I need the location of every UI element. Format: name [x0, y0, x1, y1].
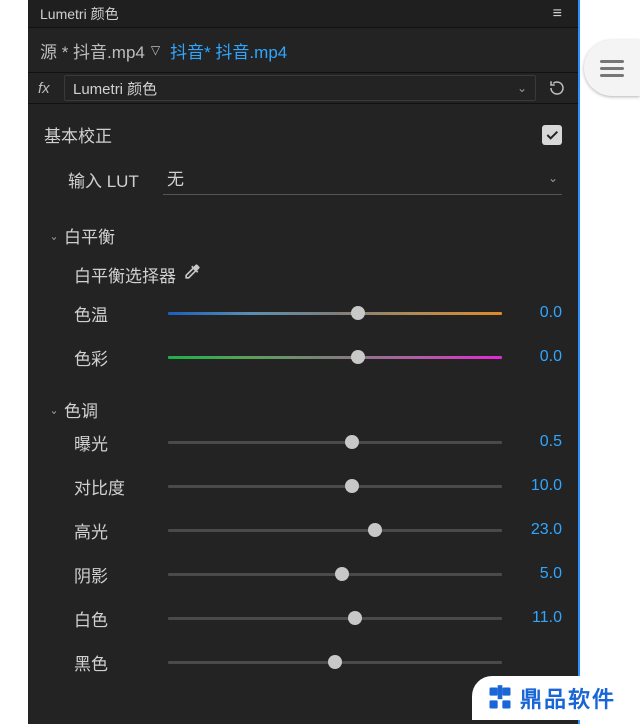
- exposure-row: 曝光 0.5: [74, 430, 562, 454]
- highlights-row: 高光 23.0: [74, 518, 562, 542]
- panel-menu-icon[interactable]: ≡: [549, 5, 566, 23]
- eyedropper-button[interactable]: [182, 262, 202, 287]
- tint-slider[interactable]: [168, 350, 502, 364]
- reset-button[interactable]: [546, 77, 568, 99]
- shadows-value[interactable]: 5.0: [514, 565, 562, 583]
- exposure-label: 曝光: [74, 430, 168, 455]
- exposure-slider[interactable]: [168, 435, 502, 449]
- effect-row: fx Lumetri 颜色 ⌄: [28, 72, 578, 104]
- shadows-slider[interactable]: [168, 567, 502, 581]
- contrast-value[interactable]: 10.0: [514, 477, 562, 495]
- contrast-slider[interactable]: [168, 479, 502, 493]
- blacks-slider[interactable]: [168, 655, 502, 669]
- brand-logo-icon: [486, 684, 514, 712]
- reset-icon: [548, 79, 566, 97]
- tone-title: 色调: [64, 397, 98, 422]
- temperature-label: 色温: [74, 301, 168, 326]
- chevron-down-icon[interactable]: ▽: [151, 43, 160, 57]
- slider-thumb[interactable]: [348, 611, 362, 625]
- whites-value[interactable]: 11.0: [514, 609, 562, 627]
- contrast-row: 对比度 10.0: [74, 474, 562, 498]
- shadows-label: 阴影: [74, 562, 168, 587]
- slider-thumb[interactable]: [345, 435, 359, 449]
- blacks-label: 黑色: [74, 650, 168, 675]
- brand-name: 鼎品软件: [520, 682, 616, 714]
- slider-thumb[interactable]: [351, 350, 365, 364]
- blacks-row: 黑色: [74, 650, 562, 674]
- twirl-down-icon: ⌄: [46, 229, 63, 243]
- effect-name: Lumetri 颜色: [73, 78, 517, 99]
- whites-row: 白色 11.0: [74, 606, 562, 630]
- basic-correction-section: 基本校正 输入 LUT 无 ⌄ ⌄ 白平衡 白平衡选择器: [28, 104, 578, 674]
- fx-label[interactable]: fx: [38, 80, 64, 97]
- highlights-slider[interactable]: [168, 523, 502, 537]
- temperature-row: 色温 0.0: [74, 301, 562, 325]
- clip-name[interactable]: 抖音* 抖音.mp4: [170, 38, 287, 63]
- shadows-row: 阴影 5.0: [74, 562, 562, 586]
- slider-thumb[interactable]: [368, 523, 382, 537]
- temperature-value[interactable]: 0.0: [514, 304, 562, 322]
- wb-picker-row: 白平衡选择器: [74, 262, 562, 287]
- input-lut-row: 输入 LUT 无 ⌄: [68, 163, 562, 195]
- tone-section: ⌄ 色调 曝光 0.5 对比度: [44, 389, 562, 674]
- slider-thumb[interactable]: [345, 479, 359, 493]
- source-name: 源 * 抖音.mp4: [40, 38, 145, 63]
- slider-track: [168, 529, 502, 532]
- side-menu-fab[interactable]: [584, 40, 640, 96]
- basic-correction-header[interactable]: 基本校正: [44, 122, 562, 147]
- slider-track: [168, 312, 502, 315]
- panel-title-bar: Lumetri 颜色 ≡: [28, 0, 578, 28]
- highlights-label: 高光: [74, 518, 168, 543]
- white-balance-header[interactable]: ⌄ 白平衡: [44, 215, 562, 256]
- contrast-label: 对比度: [74, 474, 168, 499]
- white-balance-title: 白平衡: [64, 223, 115, 248]
- input-lut-select[interactable]: 无 ⌄: [163, 163, 562, 195]
- chevron-down-icon: ⌄: [517, 81, 527, 95]
- basic-correction-title: 基本校正: [44, 122, 542, 147]
- slider-track: [168, 485, 502, 488]
- effect-dropdown[interactable]: Lumetri 颜色 ⌄: [64, 75, 536, 101]
- white-balance-section: ⌄ 白平衡 白平衡选择器 色温 0.0: [44, 215, 562, 369]
- whites-slider[interactable]: [168, 611, 502, 625]
- watermark: 鼎品软件: [472, 676, 622, 720]
- eyedropper-icon: [182, 262, 202, 282]
- slider-track: [168, 356, 502, 359]
- input-lut-label: 输入 LUT: [68, 167, 163, 192]
- slider-track: [168, 617, 502, 620]
- tint-label: 色彩: [74, 345, 168, 370]
- input-lut-value: 无: [167, 165, 548, 190]
- tint-value[interactable]: 0.0: [514, 348, 562, 366]
- panel-title: Lumetri 颜色: [40, 4, 549, 24]
- highlights-value[interactable]: 23.0: [514, 521, 562, 539]
- tint-row: 色彩 0.0: [74, 345, 562, 369]
- slider-thumb[interactable]: [351, 306, 365, 320]
- lumetri-panel: Lumetri 颜色 ≡ 源 * 抖音.mp4 ▽ 抖音* 抖音.mp4 fx …: [28, 0, 580, 724]
- twirl-down-icon: ⌄: [46, 403, 63, 417]
- whites-label: 白色: [74, 606, 168, 631]
- slider-thumb[interactable]: [335, 567, 349, 581]
- hamburger-icon: [600, 56, 624, 81]
- source-clip-row: 源 * 抖音.mp4 ▽ 抖音* 抖音.mp4: [28, 28, 578, 72]
- wb-picker-label: 白平衡选择器: [74, 262, 176, 287]
- slider-track: [168, 441, 502, 444]
- chevron-down-icon: ⌄: [548, 171, 558, 185]
- slider-thumb[interactable]: [328, 655, 342, 669]
- tone-header[interactable]: ⌄ 色调: [44, 389, 562, 430]
- basic-correction-toggle[interactable]: [542, 125, 562, 145]
- temperature-slider[interactable]: [168, 306, 502, 320]
- check-icon: [544, 127, 560, 143]
- exposure-value[interactable]: 0.5: [514, 433, 562, 451]
